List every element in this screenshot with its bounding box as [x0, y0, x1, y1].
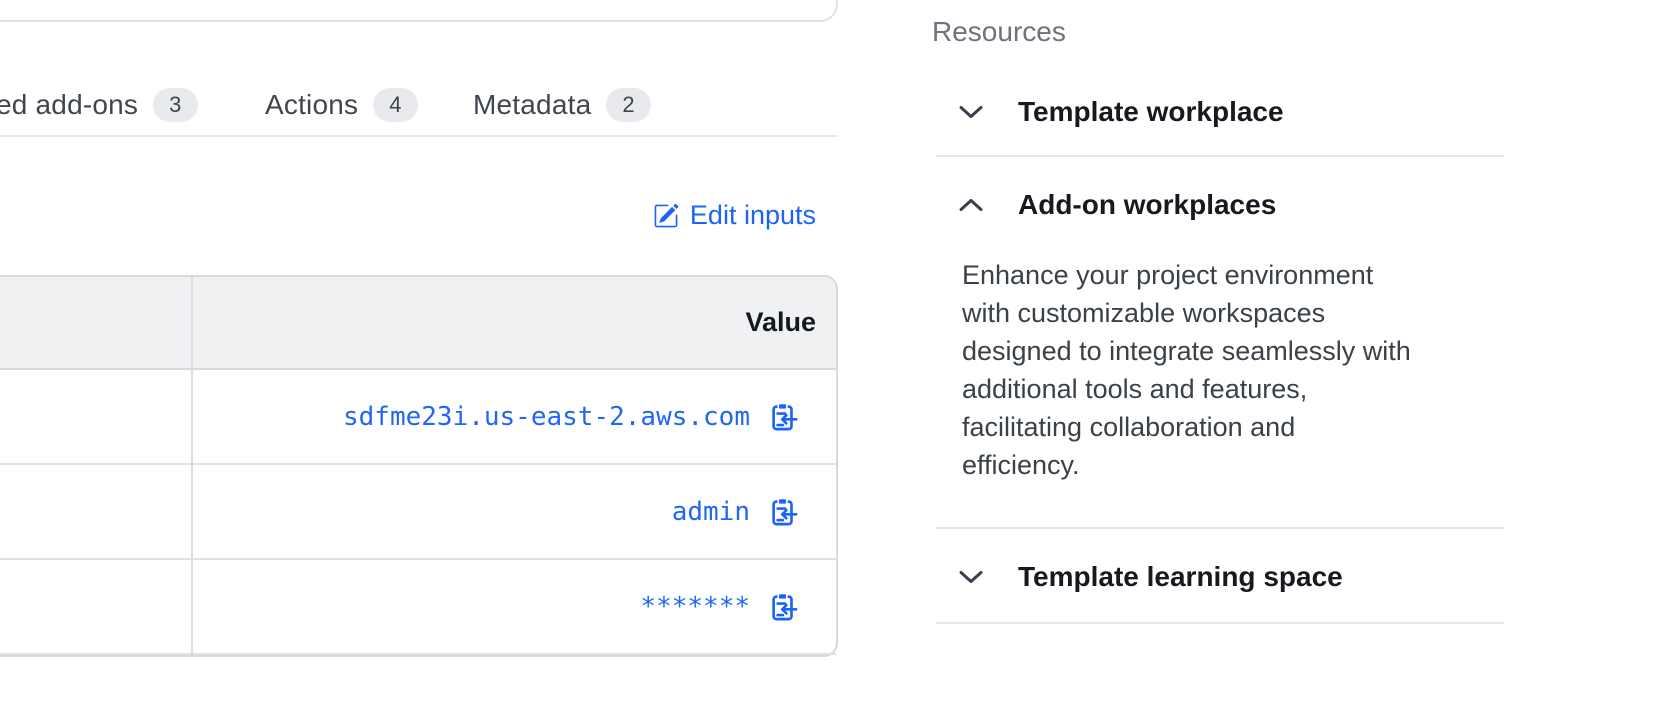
table-column-divider [191, 277, 193, 655]
description-line: Enhance your project environment [962, 256, 1502, 294]
copy-icon[interactable] [770, 402, 798, 432]
tab-label: Actions [265, 89, 358, 121]
input-value-host: sdfme23i.us-east-2.aws.com [343, 402, 750, 432]
inputs-value-table: Value sdfme23i.us-east-2.aws.com admin [0, 275, 838, 657]
tab-count-badge: 4 [373, 88, 417, 122]
table-header-row: Value [0, 277, 836, 370]
section-description: Enhance your project environment with cu… [962, 256, 1502, 484]
pencil-square-icon [653, 203, 679, 229]
section-divider [936, 622, 1504, 624]
edit-inputs-label: Edit inputs [690, 200, 816, 231]
tab-label: Metadata [473, 89, 591, 121]
value-column-header: Value [745, 277, 816, 368]
edit-inputs-button[interactable]: Edit inputs [653, 200, 816, 231]
section-label: Add-on workplaces [1018, 189, 1276, 221]
input-value-username: admin [672, 497, 750, 527]
tabs-divider [0, 135, 838, 137]
tab-label: ed add-ons [0, 89, 138, 121]
page: ed add-ons 3 Actions 4 Metadata 2 Edit i… [0, 0, 1672, 728]
section-label: Template learning space [1018, 561, 1343, 593]
copy-icon[interactable] [770, 497, 798, 527]
top-card-fragment [0, 0, 838, 22]
section-label: Template workplace [1018, 96, 1284, 128]
chevron-down-icon [958, 104, 984, 120]
copy-icon[interactable] [770, 592, 798, 622]
chevron-up-icon [958, 197, 984, 213]
section-divider [936, 527, 1504, 529]
table-row: sdfme23i.us-east-2.aws.com [0, 370, 836, 465]
accordion-section-add-on-workplaces[interactable]: Add-on workplaces [958, 185, 1506, 225]
tab-installed-add-ons[interactable]: ed add-ons 3 [0, 84, 198, 126]
description-line: facilitating collaboration and [962, 408, 1502, 446]
description-line: additional tools and features, [962, 370, 1502, 408]
resources-panel-title: Resources [932, 16, 1066, 48]
input-value-password-masked: ******* [640, 592, 750, 622]
tab-metadata[interactable]: Metadata 2 [473, 84, 651, 126]
tab-actions[interactable]: Actions 4 [265, 84, 418, 126]
description-line: designed to integrate seamlessly with [962, 332, 1502, 370]
section-divider [936, 155, 1504, 157]
chevron-down-icon [958, 569, 984, 585]
description-line: efficiency. [962, 446, 1502, 484]
table-row: admin [0, 465, 836, 560]
accordion-section-template-learning-space[interactable]: Template learning space [958, 557, 1506, 597]
table-row: ******* [0, 560, 836, 655]
accordion-section-template-workplace[interactable]: Template workplace [958, 92, 1506, 132]
description-line: with customizable workspaces [962, 294, 1502, 332]
tab-count-badge: 2 [606, 88, 650, 122]
tab-count-badge: 3 [153, 88, 197, 122]
